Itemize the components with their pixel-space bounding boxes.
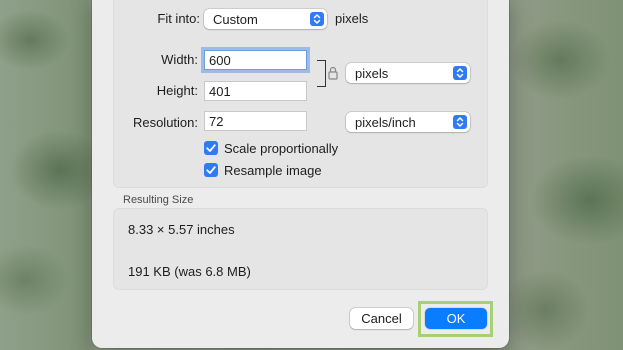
resample-image-checkbox[interactable] bbox=[204, 163, 218, 177]
fit-into-label: Fit into: bbox=[157, 11, 200, 26]
width-label: Width: bbox=[161, 52, 198, 67]
chevron-up-down-icon bbox=[310, 12, 324, 26]
resolution-label: Resolution: bbox=[132, 115, 198, 130]
fit-into-popup[interactable]: Custom bbox=[204, 9, 327, 29]
height-input[interactable] bbox=[205, 82, 306, 100]
resulting-file-size: 191 KB (was 6.8 MB) bbox=[128, 264, 251, 279]
lock-icon[interactable] bbox=[328, 66, 338, 83]
ok-button[interactable]: OK bbox=[425, 308, 487, 329]
resulting-dimensions: 8.33 × 5.57 inches bbox=[128, 222, 235, 237]
image-size-dialog: Fit into: Custom pixels Width: Height: p… bbox=[92, 0, 509, 348]
height-label: Height: bbox=[156, 83, 198, 98]
fit-into-unit: pixels bbox=[335, 11, 369, 26]
resulting-size-panel: 8.33 × 5.57 inches 191 KB (was 6.8 MB) bbox=[113, 208, 488, 290]
scale-proportionally-checkbox[interactable] bbox=[204, 141, 218, 155]
resulting-size-title: Resulting Size bbox=[123, 194, 194, 206]
resample-image-label[interactable]: Resample image bbox=[224, 163, 322, 178]
height-field[interactable] bbox=[204, 81, 307, 101]
resolution-input[interactable] bbox=[205, 112, 306, 130]
size-unit-popup[interactable]: pixels bbox=[346, 63, 470, 83]
resolution-unit-popup[interactable]: pixels/inch bbox=[346, 112, 470, 132]
checkmark-icon bbox=[206, 144, 216, 152]
width-field[interactable] bbox=[204, 50, 307, 70]
resolution-unit-value: pixels/inch bbox=[355, 115, 416, 130]
scale-proportionally-label[interactable]: Scale proportionally bbox=[224, 141, 338, 156]
checkmark-icon bbox=[206, 166, 216, 174]
width-input[interactable] bbox=[205, 51, 306, 69]
cancel-button[interactable]: Cancel bbox=[350, 308, 413, 329]
chevron-up-down-icon bbox=[453, 66, 467, 80]
proportion-bracket bbox=[317, 60, 326, 87]
fit-into-value: Custom bbox=[213, 12, 258, 27]
chevron-up-down-icon bbox=[453, 115, 467, 129]
resolution-field[interactable] bbox=[204, 111, 307, 131]
size-unit-value: pixels bbox=[355, 66, 389, 81]
